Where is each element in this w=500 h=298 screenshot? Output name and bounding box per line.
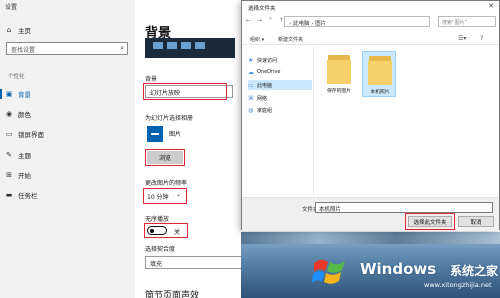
taskbar-icon: ▬ — [5, 191, 13, 199]
folder-name: 保存的图片 — [327, 89, 351, 94]
search-icon: ⌕ — [120, 44, 124, 52]
lock-screen-icon: ▭ — [5, 130, 13, 138]
navigation-pane: ★ 快速访问 ☁ OneDrive ▭ 此电脑 ⌘ 网络 ◍ 家庭组 — [242, 47, 314, 197]
folder-content-pane: 保存的图片 本机照片 — [314, 47, 500, 197]
theme-icon: ✎ — [6, 151, 12, 159]
settings-sidebar: 设置 ⌂ 主页 查找设置 ⌕ 个性化 ▣ 背景 ◉ 颜色 ▭ 锁屏界面 ✎ 主题… — [0, 0, 135, 298]
highlight-box — [143, 188, 187, 204]
select-folder-dialog: 选择文件夹 ✕ ← → ⌃ ↑ › 此电脑 › 图片 搜索“图片” 组织 ▾ 新… — [241, 0, 500, 231]
sidebar-item-home[interactable]: ⌂ 主页 — [0, 23, 135, 37]
preview-tile — [195, 42, 205, 49]
preview-tile — [181, 42, 191, 49]
folder-icon-front — [327, 60, 351, 84]
watermark-brand: Windows — [360, 260, 437, 278]
sidebar-item-label: 背景 — [18, 91, 31, 99]
highlight-box — [143, 83, 227, 100]
start-icon: ⊞ — [6, 171, 12, 179]
background-label: 背景 — [145, 76, 158, 83]
dialog-toolbar: 组织 ▾ 新建文件夹 ☰▾ ? — [242, 33, 499, 45]
sidebar-item-label: 主题 — [18, 152, 31, 160]
breadcrumb: › 此电脑 › 图片 — [289, 21, 327, 27]
cancel-button[interactable]: 取消 — [458, 216, 494, 227]
highlight-box — [145, 149, 185, 166]
album-folder-icon — [147, 126, 163, 142]
shuffle-label: 无序播放 — [145, 216, 170, 223]
nav-arrows[interactable]: ← → ⌃ ↑ — [246, 17, 286, 24]
folder-field-value: 本机照片 — [319, 207, 342, 213]
folder-search-input[interactable]: 搜索“图片” — [438, 16, 496, 27]
desktop-scenery — [241, 232, 500, 244]
nav-item-label: 快速访问 — [257, 57, 278, 64]
nav-item-quick-access[interactable]: ★ 快速访问 — [248, 55, 312, 65]
organize-menu[interactable]: 组织 ▾ — [250, 36, 264, 43]
sidebar-item-label: 颜色 — [18, 111, 31, 119]
settings-search-input[interactable]: 查找设置 ⌕ — [6, 42, 128, 55]
close-icon[interactable]: ✕ — [488, 2, 494, 10]
sidebar-item-label: 主页 — [18, 27, 31, 35]
sidebar-item-label: 锁屏界面 — [18, 131, 44, 139]
search-placeholder: 查找设置 — [11, 47, 36, 54]
nav-item-label: 家庭组 — [257, 107, 273, 114]
network-icon: ⌘ — [248, 94, 254, 102]
sidebar-item-taskbar[interactable]: ▬ 任务栏 — [0, 188, 135, 202]
computer-icon: ▭ — [248, 81, 254, 89]
nav-item-label: 网络 — [257, 95, 268, 102]
new-folder-button[interactable]: 新建文件夹 — [278, 36, 303, 43]
dialog-title: 选择文件夹 — [242, 1, 499, 13]
fit-label: 选择契合度 — [145, 246, 176, 253]
windows-logo-icon — [312, 259, 345, 284]
sidebar-item-colors[interactable]: ◉ 颜色 — [0, 107, 135, 121]
interval-label: 更改图片的频率 — [145, 180, 188, 187]
background-preview — [145, 38, 235, 58]
cloud-icon: ☁ — [248, 68, 254, 76]
watermark-site-name: 系统之家 — [450, 264, 499, 278]
address-row: ← → ⌃ ↑ › 此电脑 › 图片 搜索“图片” — [242, 15, 499, 29]
dialog-footer: 文件夹: 本机照片 选择此文件夹 取消 — [242, 197, 499, 231]
folder-name: 本机照片 — [370, 90, 390, 95]
sidebar-item-lock-screen[interactable]: ▭ 锁屏界面 — [0, 127, 135, 141]
sidebar-item-themes[interactable]: ✎ 主题 — [0, 148, 135, 162]
highlight-box — [405, 213, 455, 230]
nav-item-network[interactable]: ⌘ 网络 — [248, 93, 312, 103]
homegroup-icon: ◍ — [248, 106, 254, 114]
search-placeholder: 搜索“图片” — [442, 20, 468, 26]
sidebar-item-label: 任务栏 — [18, 192, 38, 200]
nav-item-onedrive[interactable]: ☁ OneDrive — [248, 67, 312, 77]
bottom-section-heading: 简节页面声效 — [145, 291, 200, 298]
nav-item-this-pc[interactable]: ▭ 此电脑 — [248, 80, 312, 90]
sidebar-item-background[interactable]: ▣ 背景 — [0, 87, 135, 101]
folder-item[interactable]: 保存的图片 — [322, 51, 356, 97]
preview-tile — [167, 42, 177, 49]
nav-item-homegroup[interactable]: ◍ 家庭组 — [248, 105, 312, 115]
watermark-url: www.xitongzhijia.net — [424, 281, 492, 289]
image-icon: ▣ — [5, 90, 13, 98]
album-name: 图片 — [169, 131, 182, 138]
address-bar[interactable]: › 此电脑 › 图片 — [284, 16, 430, 27]
window-title: 设置 — [5, 4, 18, 11]
highlight-box — [144, 223, 188, 238]
help-icon[interactable]: ? — [480, 35, 483, 42]
sidebar-item-start[interactable]: ⊞ 开始 — [0, 168, 135, 182]
folder-icon-front — [368, 61, 392, 85]
star-icon: ★ — [248, 56, 254, 64]
home-icon: ⌂ — [6, 26, 12, 34]
view-options-icon[interactable]: ☰▾ — [458, 35, 466, 42]
folder-item-selected[interactable]: 本机照片 — [362, 51, 396, 97]
album-label: 为幻灯片选择相册 — [145, 115, 194, 122]
nav-item-label: 此电脑 — [257, 82, 273, 89]
nav-item-label: OneDrive — [257, 69, 281, 75]
palette-icon: ◉ — [5, 110, 13, 118]
folder-field[interactable]: 本机照片 — [315, 202, 493, 213]
preview-tile — [153, 42, 163, 49]
fit-value: 填充 — [150, 261, 163, 268]
sidebar-item-label: 开始 — [18, 172, 31, 180]
sidebar-section-label: 个性化 — [8, 74, 25, 80]
